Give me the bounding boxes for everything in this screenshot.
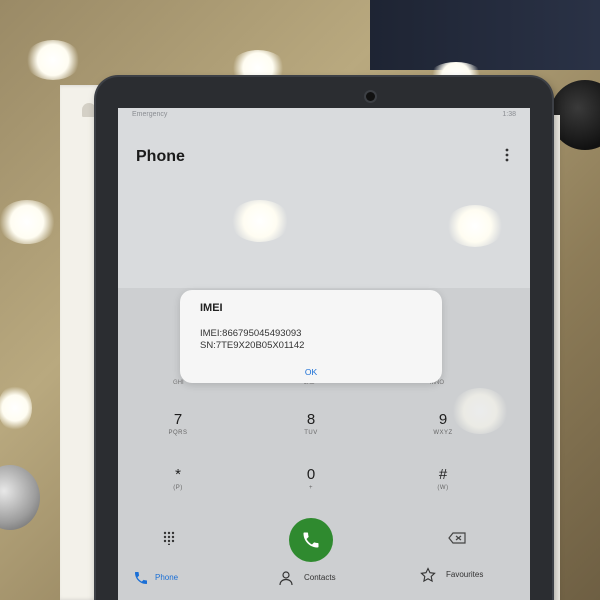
backspace-icon[interactable] xyxy=(448,532,466,544)
status-bar: Emergency 1:38 xyxy=(118,108,530,122)
tab-label: Phone xyxy=(155,573,179,582)
star-icon xyxy=(420,567,436,583)
key-digit: * xyxy=(175,466,181,483)
key-digit: # xyxy=(438,466,448,483)
key-letters: (W) xyxy=(437,485,449,491)
key-star[interactable]: * (P) xyxy=(138,466,218,491)
key-letters: TUV xyxy=(304,430,318,436)
bottom-tab-bar: Phone Contacts Favourites xyxy=(118,563,530,593)
tablet-device: Emergency 1:38 Phone GHI JKL MNO 7 PQRS … xyxy=(96,77,552,600)
key-digit: 8 xyxy=(306,411,316,428)
key-label-ghi: GHI xyxy=(173,380,184,386)
key-7[interactable]: 7 PQRS xyxy=(138,411,218,436)
background-object xyxy=(370,0,600,70)
key-letters: + xyxy=(308,485,313,491)
key-8[interactable]: 8 TUV xyxy=(271,411,351,436)
key-letters: (P) xyxy=(173,485,183,491)
dialog-title: IMEI xyxy=(200,302,223,314)
light-reflection xyxy=(25,40,81,80)
light-reflection xyxy=(0,385,32,431)
key-digit: 0 xyxy=(306,466,316,483)
imei-value: IMEI:866795045493093 xyxy=(200,328,302,339)
light-reflection xyxy=(446,205,504,247)
call-icon xyxy=(303,532,319,548)
tab-label: Contacts xyxy=(304,573,336,582)
serial-number-value: SN:7TE9X20B05X01142 xyxy=(200,340,305,351)
page-title: Phone xyxy=(136,148,185,165)
light-reflection xyxy=(230,200,290,242)
dialer-actions xyxy=(118,518,530,562)
metal-object xyxy=(0,465,40,530)
more-vert-icon[interactable] xyxy=(504,148,510,162)
tablet-screen: Emergency 1:38 Phone GHI JKL MNO 7 PQRS … xyxy=(118,108,530,600)
light-reflection xyxy=(0,200,56,244)
key-hash[interactable]: # (W) xyxy=(403,466,483,491)
key-digit: 7 xyxy=(173,411,183,428)
phone-tab-icon xyxy=(135,572,147,584)
imei-dialog: IMEI IMEI:866795045493093 SN:7TE9X20B05X… xyxy=(180,290,442,383)
status-time: 1:38 xyxy=(502,111,516,118)
photo-scene: Emergency 1:38 Phone GHI JKL MNO 7 PQRS … xyxy=(0,0,600,600)
front-camera xyxy=(366,92,375,101)
tab-label: Favourites xyxy=(446,570,484,579)
call-button[interactable] xyxy=(289,518,333,562)
key-letters: PQRS xyxy=(168,430,188,436)
key-0[interactable]: 0 + xyxy=(271,466,351,491)
status-carrier: Emergency xyxy=(132,111,168,118)
contacts-icon xyxy=(279,571,293,586)
light-reflection xyxy=(452,388,508,434)
brand-logo xyxy=(82,103,96,117)
dialpad-icon[interactable] xyxy=(162,531,176,545)
ok-button[interactable]: OK xyxy=(180,367,442,377)
